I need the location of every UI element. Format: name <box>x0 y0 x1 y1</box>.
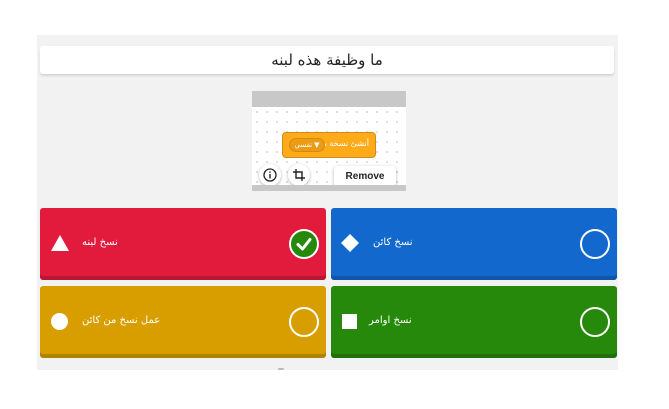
answer-yellow-circle[interactable]: عمل نسخ من كائن <box>40 286 326 358</box>
code-block-dropdown: نفسي ▼ <box>289 138 325 152</box>
answer-label: نسخ لبنه <box>82 236 118 248</box>
checkmark-icon <box>296 238 312 251</box>
question-media: أنشئ نسخة من نفسي ▼ Remove <box>252 91 406 191</box>
info-button[interactable] <box>259 164 281 186</box>
code-block-dropdown-value: نفسي <box>294 141 313 149</box>
answer-check-correct <box>289 229 319 259</box>
answer-check-circle <box>580 229 610 259</box>
dropdown-arrow-icon: ▼ <box>314 141 320 149</box>
remove-button[interactable]: Remove <box>334 166 396 186</box>
answer-label: نسخ اوامر <box>369 314 412 326</box>
quiz-stage: ما وظيفة هذه لبنه أنشئ نسخة من نفسي ▼ Re… <box>37 35 618 370</box>
crop-button[interactable] <box>288 164 310 186</box>
circle-icon <box>51 313 68 330</box>
scroll-indicator <box>278 368 284 370</box>
media-bottom-bar <box>252 185 406 191</box>
answer-green-square[interactable]: نسخ اوامر <box>331 286 617 358</box>
answer-check-circle <box>580 307 610 337</box>
diamond-icon <box>341 234 359 252</box>
answer-blue-diamond[interactable]: نسخ كائن <box>331 208 617 280</box>
answer-label: نسخ كائن <box>373 236 413 248</box>
answer-label: عمل نسخ من كائن <box>82 314 161 326</box>
answer-check-circle <box>289 307 319 337</box>
media-top-bar <box>252 91 406 107</box>
info-icon <box>263 168 277 182</box>
code-block: أنشئ نسخة من نفسي ▼ <box>282 132 376 158</box>
answer-red-triangle[interactable]: نسخ لبنه <box>40 208 326 280</box>
square-icon <box>342 314 357 329</box>
question-title: ما وظيفة هذه لبنه <box>40 46 614 74</box>
crop-icon <box>293 169 305 181</box>
triangle-icon <box>51 235 69 251</box>
